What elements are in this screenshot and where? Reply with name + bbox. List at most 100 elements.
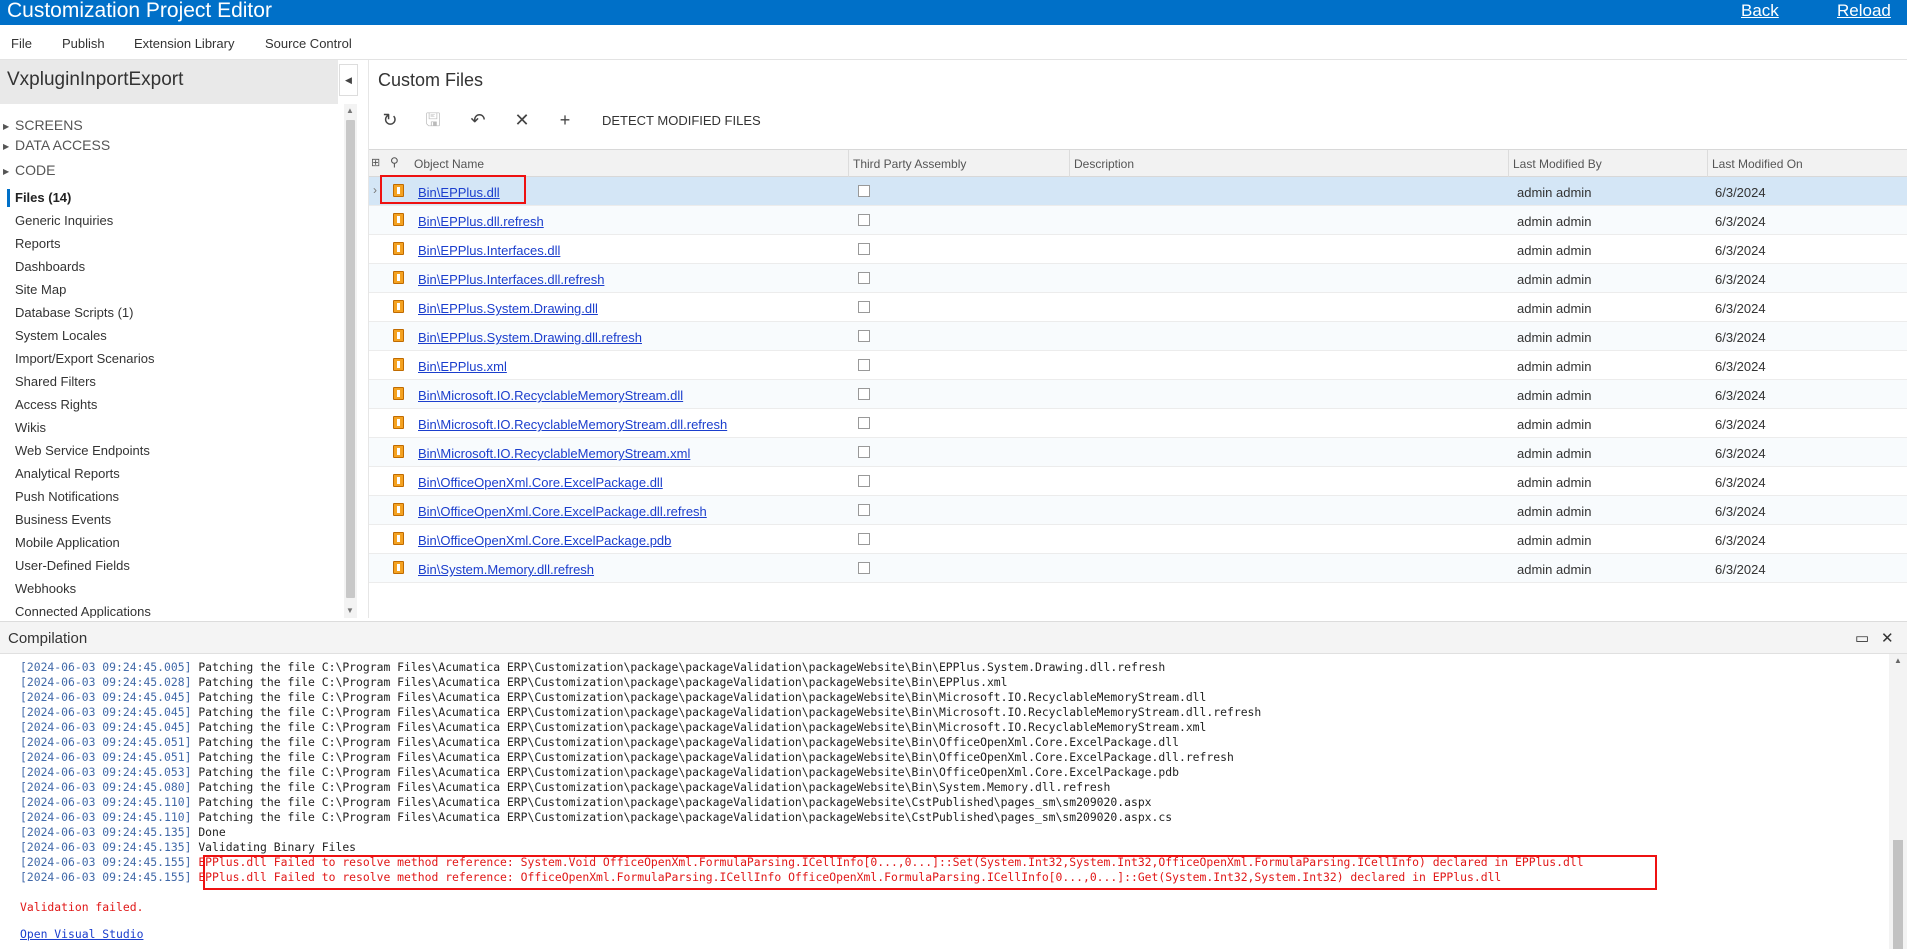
table-row[interactable]: Bin\Microsoft.IO.RecyclableMemoryStream.… (369, 409, 1907, 438)
tree-node-data-access[interactable]: DATA ACCESS (15, 137, 110, 153)
table-row[interactable]: Bin\Microsoft.IO.RecyclableMemoryStream.… (369, 438, 1907, 467)
object-name-link[interactable]: Bin\OfficeOpenXml.Core.ExcelPackage.pdb (418, 533, 671, 548)
col-third-party[interactable]: Third Party Assembly (853, 157, 966, 171)
third-party-checkbox[interactable] (858, 388, 870, 400)
scrollbar-thumb[interactable] (346, 120, 355, 598)
detect-modified-files-button[interactable]: DETECT MODIFIED FILES (602, 113, 761, 128)
tree-item-access-rights[interactable]: Access Rights (15, 397, 97, 412)
reload-link[interactable]: Reload (1837, 1, 1891, 21)
tree-item-business-events[interactable]: Business Events (15, 512, 111, 527)
col-description[interactable]: Description (1074, 157, 1134, 171)
col-modified-by[interactable]: Last Modified By (1513, 157, 1602, 171)
tree-item-reports[interactable]: Reports (15, 236, 61, 251)
tree-item-import-export-scenarios[interactable]: Import/Export Scenarios (15, 351, 154, 366)
expand-data-access-icon[interactable]: ▶ (3, 142, 9, 151)
tree-item-webhooks[interactable]: Webhooks (15, 581, 76, 596)
tree-scrollbar[interactable]: ▲ ▼ (344, 104, 357, 618)
menu-publish[interactable]: Publish (62, 36, 105, 51)
third-party-checkbox[interactable] (858, 272, 870, 284)
log-timestamp: [2024-06-03 09:24:45.028] (20, 675, 192, 689)
object-name-link[interactable]: Bin\System.Memory.dll.refresh (418, 562, 594, 577)
object-name-link[interactable]: Bin\EPPlus.System.Drawing.dll (418, 301, 598, 316)
tree-item-analytical-reports[interactable]: Analytical Reports (15, 466, 120, 481)
expand-code-icon[interactable]: ▶ (3, 167, 9, 176)
third-party-checkbox[interactable] (858, 330, 870, 342)
object-name-link[interactable]: Bin\EPPlus.Interfaces.dll.refresh (418, 272, 604, 287)
table-row[interactable]: Bin\OfficeOpenXml.Core.ExcelPackage.pdb a… (369, 525, 1907, 554)
close-icon[interactable]: ✕ (1881, 629, 1894, 647)
object-name-link[interactable]: Bin\EPPlus.xml (418, 359, 507, 374)
tree-item-dashboards[interactable]: Dashboards (15, 259, 85, 274)
scroll-up-icon[interactable]: ▲ (346, 106, 354, 115)
tree-item-generic-inquiries[interactable]: Generic Inquiries (15, 213, 113, 228)
menu-source-control[interactable]: Source Control (265, 36, 352, 51)
third-party-checkbox[interactable] (858, 243, 870, 255)
tree-item-mobile-application[interactable]: Mobile Application (15, 535, 120, 550)
tree-node-screens[interactable]: SCREENS (15, 117, 83, 133)
scrollbar-thumb[interactable] (1893, 840, 1903, 949)
table-row[interactable]: Bin\OfficeOpenXml.Core.ExcelPackage.dll a… (369, 467, 1907, 496)
object-name-link[interactable]: Bin\EPPlus.dll (418, 185, 500, 200)
table-row[interactable]: Bin\Microsoft.IO.RecyclableMemoryStream.… (369, 380, 1907, 409)
menu-extension-library[interactable]: Extension Library (134, 36, 234, 51)
table-row[interactable]: Bin\OfficeOpenXml.Core.ExcelPackage.dll.… (369, 496, 1907, 525)
tree-item-database-scripts[interactable]: Database Scripts (1) (15, 305, 134, 320)
object-name-link[interactable]: Bin\Microsoft.IO.RecyclableMemoryStream.… (418, 446, 690, 461)
save-icon[interactable]: 🖫 (421, 108, 445, 132)
grid-header: ⊞ ⚲ Object Name Third Party Assembly Des… (369, 149, 1907, 177)
third-party-checkbox[interactable] (858, 214, 870, 226)
selection-indicator (7, 189, 10, 207)
tree-item-shared-filters[interactable]: Shared Filters (15, 374, 96, 389)
tree-item-system-locales[interactable]: System Locales (15, 328, 107, 343)
third-party-checkbox[interactable] (858, 562, 870, 574)
third-party-checkbox[interactable] (858, 417, 870, 429)
object-name-link[interactable]: Bin\Microsoft.IO.RecyclableMemoryStream.… (418, 388, 683, 403)
object-name-link[interactable]: Bin\Microsoft.IO.RecyclableMemoryStream.… (418, 417, 727, 432)
expand-screens-icon[interactable]: ▶ (3, 122, 9, 131)
refresh-icon[interactable]: ↻ (378, 108, 402, 132)
undo-icon[interactable]: ↶ (466, 108, 490, 132)
third-party-checkbox[interactable] (858, 301, 870, 313)
third-party-checkbox[interactable] (858, 446, 870, 458)
delete-icon[interactable]: ✕ (510, 108, 534, 132)
tree-item-site-map[interactable]: Site Map (15, 282, 66, 297)
table-row[interactable]: Bin\EPPlus.Interfaces.dll.refresh admin a… (369, 264, 1907, 293)
tree-item-push-notifications[interactable]: Push Notifications (15, 489, 119, 504)
third-party-checkbox[interactable] (858, 359, 870, 371)
scroll-up-icon[interactable]: ▲ (1894, 656, 1902, 665)
table-row[interactable]: Bin\System.Memory.dll.refresh admin admin… (369, 554, 1907, 583)
object-name-link[interactable]: Bin\OfficeOpenXml.Core.ExcelPackage.dll.… (418, 504, 707, 519)
collapse-panel-button[interactable]: ◀ (339, 64, 358, 96)
tree-item-wikis[interactable]: Wikis (15, 420, 46, 435)
table-row[interactable]: Bin\EPPlus.Interfaces.dll admin admin 6/3/… (369, 235, 1907, 264)
scroll-down-icon[interactable]: ▼ (346, 606, 354, 615)
third-party-checkbox[interactable] (858, 475, 870, 487)
third-party-checkbox[interactable] (858, 533, 870, 545)
log-scrollbar[interactable]: ▲ (1889, 654, 1907, 949)
object-name-link[interactable]: Bin\EPPlus.dll.refresh (418, 214, 544, 229)
third-party-checkbox[interactable] (858, 185, 870, 197)
object-name-link[interactable]: Bin\EPPlus.Interfaces.dll (418, 243, 560, 258)
table-row[interactable]: Bin\EPPlus.System.Drawing.dll.refresh adm… (369, 322, 1907, 351)
table-row[interactable]: › Bin\EPPlus.dll admin admin 6/3/2024 (369, 177, 1907, 206)
table-row[interactable]: Bin\EPPlus.System.Drawing.dll admin admin… (369, 293, 1907, 322)
object-name-link[interactable]: Bin\OfficeOpenXml.Core.ExcelPackage.dll (418, 475, 663, 490)
tree-item-files[interactable]: Files (14) (15, 190, 71, 205)
open-visual-studio-link[interactable]: Open Visual Studio (20, 927, 143, 942)
tree-item-connected-applications[interactable]: Connected Applications (15, 604, 151, 618)
maximize-icon[interactable]: ▭ (1855, 629, 1869, 647)
col-object-name[interactable]: Object Name (414, 157, 484, 171)
object-name-link[interactable]: Bin\EPPlus.System.Drawing.dll.refresh (418, 330, 642, 345)
tree-item-web-service-endpoints[interactable]: Web Service Endpoints (15, 443, 150, 458)
third-party-checkbox[interactable] (858, 504, 870, 516)
modified-on-cell: 6/3/2024 (1715, 446, 1766, 461)
col-modified-on[interactable]: Last Modified On (1712, 157, 1803, 171)
tree-item-user-defined-fields[interactable]: User-Defined Fields (15, 558, 130, 573)
table-row[interactable]: Bin\EPPlus.dll.refresh admin admin 6/3/202… (369, 206, 1907, 235)
menu-file[interactable]: File (11, 36, 32, 51)
add-icon[interactable]: + (553, 108, 577, 132)
back-link[interactable]: Back (1741, 1, 1779, 21)
table-row[interactable]: Bin\EPPlus.xml admin admin 6/3/2024 (369, 351, 1907, 380)
tree-node-code[interactable]: CODE (15, 162, 55, 178)
grid-settings-icon[interactable]: ⊞ (371, 156, 380, 169)
